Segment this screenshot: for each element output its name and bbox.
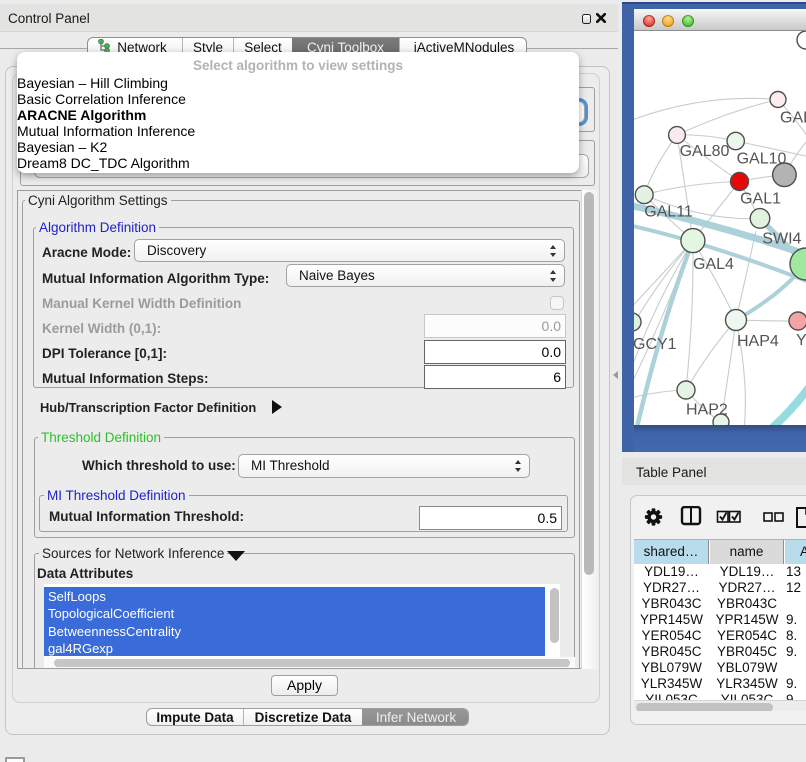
svg-text:GAL1: GAL1 <box>740 191 781 208</box>
svg-text:SWI4: SWI4 <box>762 231 801 248</box>
svg-text:GAL80: GAL80 <box>680 143 730 160</box>
svg-text:HAP2: HAP2 <box>686 402 728 419</box>
svg-text:Y: Y <box>796 332 806 349</box>
svg-text:GAL4: GAL4 <box>693 256 734 273</box>
svg-text:GCY1: GCY1 <box>634 336 677 353</box>
svg-text:GAL7: GAL7 <box>780 110 806 127</box>
svg-text:HAP4: HAP4 <box>737 333 779 350</box>
svg-text:GAL10: GAL10 <box>737 151 787 168</box>
svg-text:GAL11: GAL11 <box>644 204 693 221</box>
